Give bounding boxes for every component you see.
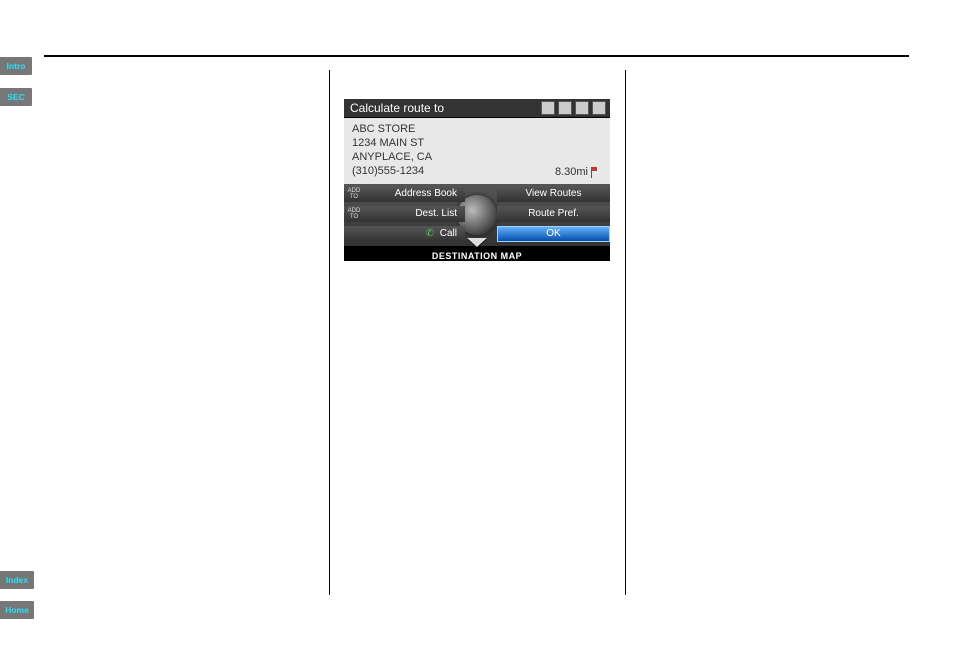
sidebar-tab-sec[interactable]: SEC [0,88,32,106]
column-divider [625,70,626,595]
nav-controls: ADD TO Address Book ADD TO Dest. List ✆ … [344,184,610,246]
status-icon [575,101,589,115]
addto-prefix: ADD TO [346,208,362,220]
option-route-pref[interactable]: Route Pref. [497,206,610,222]
option-label: Route Pref. [528,208,579,219]
status-icon [592,101,606,115]
footer-label: DESTINATION MAP [432,251,522,261]
tab-label: Intro [7,61,26,71]
option-dest-list[interactable]: ADD TO Dest. List [344,206,465,222]
phone-icon: ✆ [426,228,434,239]
option-ok[interactable]: OK [497,226,610,242]
poi-name: ABC STORE [352,122,602,136]
option-label: Call [440,228,457,239]
horizontal-rule [44,55,909,57]
column-divider [329,70,330,595]
poi-street: 1234 MAIN ST [352,136,602,150]
poi-city: ANYPLACE, CA [352,150,602,164]
nav-header: Calculate route to [344,99,610,118]
poi-distance: 8.30mi [555,166,588,178]
sidebar-tab-intro[interactable]: Intro [0,57,32,75]
destination-info: ABC STORE 1234 MAIN ST ANYPLACE, CA (310… [344,118,610,184]
addto-prefix: ADD TO [346,188,362,200]
nav-screenshot: Calculate route to ABC STORE 1234 MAIN S… [344,99,610,261]
option-address-book[interactable]: ADD TO Address Book [344,186,465,202]
nav-title: Calculate route to [350,101,444,115]
option-label: View Routes [526,188,582,199]
tab-label: Index [6,575,28,585]
nav-footer[interactable]: DESTINATION MAP [344,246,610,261]
sidebar-tab-index[interactable]: Index [0,571,34,589]
tab-label: SEC [7,92,24,102]
destination-flag-icon [591,167,600,178]
status-icon [541,101,555,115]
option-call[interactable]: ✆ Call [344,226,465,242]
option-view-routes[interactable]: View Routes [497,186,610,202]
status-icons [541,101,610,115]
option-label: Address Book [395,188,457,199]
sidebar-tab-home[interactable]: Home [0,601,34,619]
option-label: Dest. List [415,208,457,219]
tab-label: Home [5,605,29,615]
option-label: OK [546,228,560,239]
status-icon [558,101,572,115]
